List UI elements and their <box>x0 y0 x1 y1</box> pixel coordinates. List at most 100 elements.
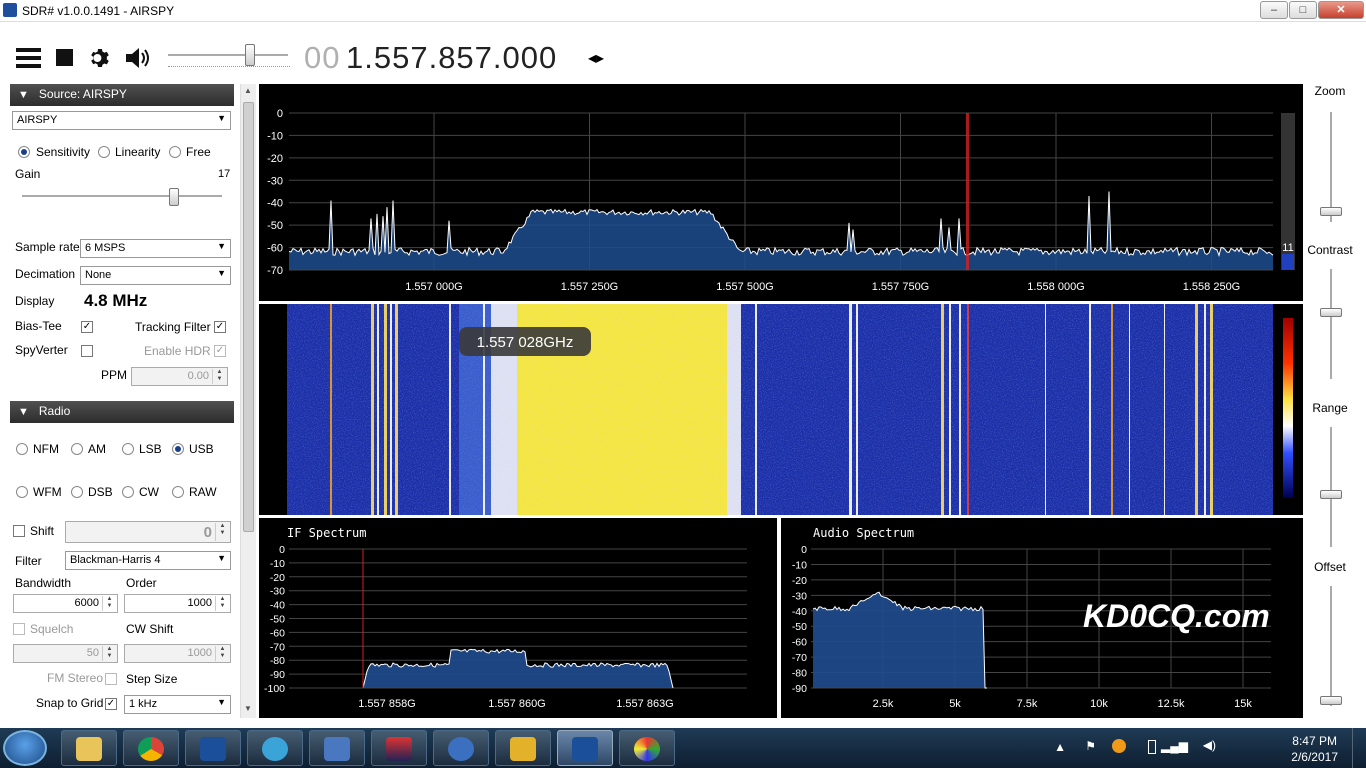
cw-shift-input[interactable]: 1000 ▲ ▼ <box>124 644 231 663</box>
show-hidden-icons-icon[interactable]: ▲ <box>1054 740 1066 754</box>
snap-to-grid-checkbox[interactable]: ✓ <box>105 698 117 710</box>
mode-sensitivity-radio[interactable] <box>18 146 30 158</box>
taskbar-wifi-tool[interactable] <box>247 730 303 766</box>
spinner-arrows-icon[interactable]: ▲ ▼ <box>215 596 229 611</box>
start-button[interactable] <box>3 730 47 766</box>
shift-input[interactable]: 0 ▲ ▼ <box>65 521 231 543</box>
frequency-display[interactable]: 1.557.857.000 <box>346 40 557 76</box>
gain-slider-track[interactable] <box>22 195 222 197</box>
scroll-up-icon[interactable]: ▲ <box>244 86 252 95</box>
taskbar-paint[interactable] <box>619 730 675 766</box>
range-slider-track[interactable] <box>1330 427 1332 547</box>
audio-spectrum-panel[interactable]: Audio Spectrum 0 -10 -20 -30 -40 -50 -60 -70 -80… <box>781 518 1303 718</box>
main-spectrum-panel[interactable]: 0 -10 -20 -30 -40 -50 -60 -70 1.557 000G 1.557 25… <box>259 84 1303 301</box>
source-section-header[interactable]: ▼ Source: AIRSPY <box>10 84 234 106</box>
signal-bars-icon[interactable]: ▂▄▆ <box>1161 739 1188 753</box>
mode-linearity-label: Linearity <box>115 145 161 159</box>
mode-lsb-radio[interactable] <box>122 443 134 455</box>
waterfall-signal-line <box>849 304 852 515</box>
decimation-select[interactable]: None ▼ <box>80 266 231 285</box>
spinner-arrows-icon[interactable]: ▲ ▼ <box>215 646 229 661</box>
range-slider-thumb[interactable] <box>1320 490 1342 499</box>
taskbar-wr-hd[interactable] <box>371 730 427 766</box>
mode-wfm-radio[interactable] <box>16 486 28 498</box>
spinner-arrows-icon[interactable]: ▲ ▼ <box>102 646 116 661</box>
battery-icon[interactable] <box>1148 740 1156 754</box>
contrast-slider-track[interactable] <box>1330 269 1332 379</box>
fm-stereo-checkbox[interactable] <box>105 673 117 685</box>
frequency-step-arrows[interactable]: ◂▸ <box>588 48 604 68</box>
taskbar-puzzle-app[interactable] <box>495 730 551 766</box>
taskbar-file-explorer[interactable] <box>61 730 117 766</box>
contrast-slider-thumb[interactable] <box>1320 308 1342 317</box>
ppm-input[interactable]: 0.00 ▲ ▼ <box>131 367 228 386</box>
gain-slider-thumb[interactable] <box>169 188 179 206</box>
mode-am-radio[interactable] <box>71 443 83 455</box>
action-center-flag-icon[interactable]: ⚑ <box>1085 739 1096 753</box>
device-select[interactable]: AIRSPY ▼ <box>12 111 231 130</box>
shift-checkbox[interactable] <box>13 525 25 537</box>
mode-free-radio[interactable] <box>169 146 181 158</box>
frequency-leading-zeros[interactable]: 00 <box>304 40 340 76</box>
mode-nfm-radio[interactable] <box>16 443 28 455</box>
x-tick-label: 1.557 250G <box>561 281 619 293</box>
order-input[interactable]: 1000 ▲ ▼ <box>124 594 231 613</box>
mode-linearity-radio[interactable] <box>98 146 110 158</box>
spinner-arrows-icon[interactable]: ▲ ▼ <box>212 369 226 384</box>
sample-rate-select[interactable]: 6 MSPS ▼ <box>80 239 231 258</box>
scroll-down-icon[interactable]: ▼ <box>244 704 252 713</box>
mode-nfm-label: NFM <box>33 442 59 456</box>
menu-icon[interactable] <box>16 47 42 69</box>
zoom-slider-track[interactable] <box>1330 112 1332 222</box>
waterfall-plot[interactable]: 1.557 028GHz <box>259 304 1303 515</box>
gear-icon[interactable] <box>88 46 112 70</box>
radio-section-header[interactable]: ▼ Radio <box>10 401 234 423</box>
volume-slider-track[interactable] <box>168 54 288 56</box>
panel-scrollbar-thumb[interactable] <box>243 102 254 532</box>
bias-tee-checkbox[interactable]: ✓ <box>81 321 93 333</box>
mode-cw-radio[interactable] <box>122 486 134 498</box>
taskbar-chrome[interactable] <box>123 730 179 766</box>
bandwidth-input[interactable]: 6000 ▲ ▼ <box>13 594 118 613</box>
spectrum-trace <box>288 191 1274 258</box>
taskbar-sdrsharp[interactable] <box>185 730 241 766</box>
mode-dsb-radio[interactable] <box>71 486 83 498</box>
network-icon <box>324 737 350 761</box>
sdrsharp-app-icon <box>3 3 17 17</box>
panel-scrollbar[interactable]: ▲ ▼ <box>240 84 256 718</box>
taskbar-sdrsharp-active[interactable] <box>557 730 613 766</box>
maximize-button[interactable]: □ <box>1289 1 1317 19</box>
step-size-select[interactable]: 1 kHz ▼ <box>124 695 231 714</box>
spyverter-checkbox[interactable] <box>81 345 93 357</box>
close-button[interactable]: ✕ <box>1318 1 1364 19</box>
taskbar-thunderbird[interactable] <box>433 730 489 766</box>
y-tick-label: -90 <box>792 683 807 695</box>
enable-hdr-checkbox[interactable]: ✓ <box>214 345 226 357</box>
y-tick-label: -50 <box>792 621 807 633</box>
waterfall-panel[interactable]: 1.557 028GHz <box>259 304 1303 515</box>
squelch-input[interactable]: 50 ▲ ▼ <box>13 644 118 663</box>
speaker-icon[interactable] <box>124 46 152 70</box>
spinner-arrows-icon[interactable]: ▲ ▼ <box>215 523 229 541</box>
show-desktop-button[interactable] <box>1352 728 1366 768</box>
zoom-slider-thumb[interactable] <box>1320 207 1342 216</box>
mode-raw-radio[interactable] <box>172 486 184 498</box>
taskbar-network-tool[interactable] <box>309 730 365 766</box>
offset-slider-thumb[interactable] <box>1320 696 1342 705</box>
minimize-button[interactable]: – <box>1260 1 1288 19</box>
offset-slider-track[interactable] <box>1330 586 1332 706</box>
vpn-icon[interactable] <box>1112 739 1126 753</box>
volume-icon[interactable]: ◀) <box>1203 738 1216 752</box>
tracking-filter-checkbox[interactable]: ✓ <box>214 321 226 333</box>
mode-usb-radio[interactable] <box>172 443 184 455</box>
main-spectrum-plot[interactable]: 0 -10 -20 -30 -40 -50 -60 -70 1.557 000G 1.557 25… <box>259 84 1303 301</box>
y-tick-label: -60 <box>270 627 285 639</box>
spinner-arrows-icon[interactable]: ▲ ▼ <box>102 596 116 611</box>
stop-icon[interactable] <box>56 49 74 67</box>
squelch-checkbox[interactable] <box>13 623 25 635</box>
system-clock[interactable]: 8:47 PM 2/6/2017 <box>1291 733 1338 765</box>
if-spectrum-plot[interactable]: 0 -10 -20 -30 -40 -50-60 -70 -80 -90 -100 1.557 85… <box>259 518 777 718</box>
filter-select[interactable]: Blackman-Harris 4 ▼ <box>65 551 231 570</box>
volume-slider-thumb[interactable] <box>245 44 255 66</box>
if-spectrum-panel[interactable]: IF Spectrum 0 -10 -20 -30 -40 -50 -60 -70 -80 -90… <box>259 518 777 718</box>
